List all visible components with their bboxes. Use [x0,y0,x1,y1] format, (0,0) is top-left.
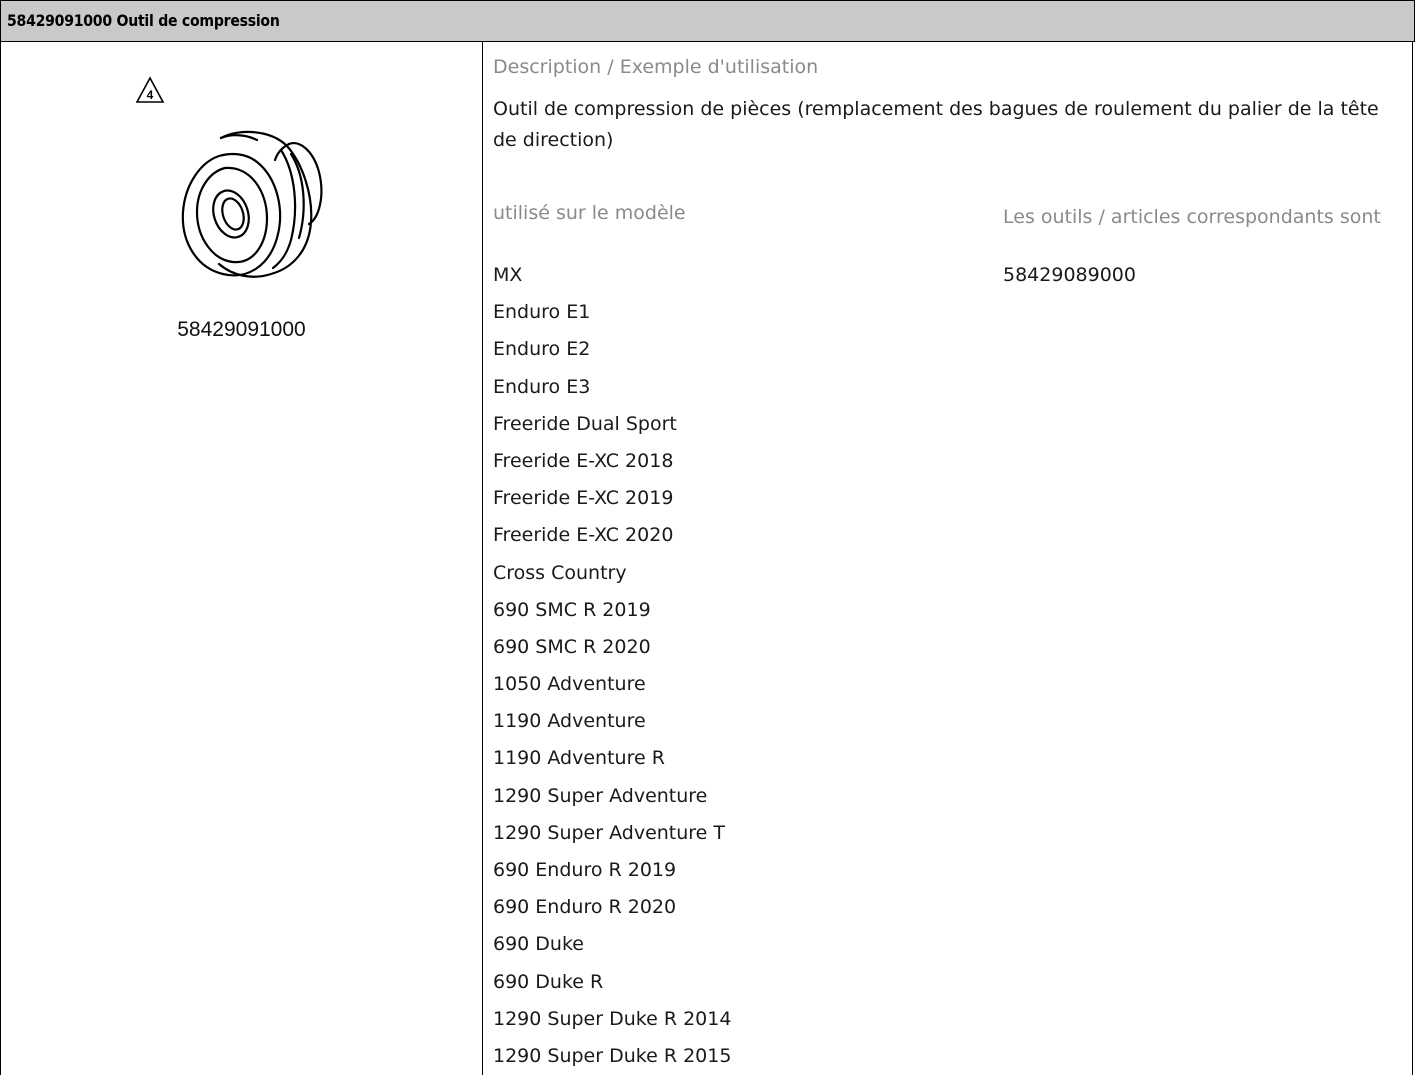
column-divider [482,42,483,1075]
triangle-warning-icon: 4 [135,76,165,103]
description-text: Outil de compression de pièces (remplace… [493,98,1379,151]
model-list: MX Enduro E1 Enduro E2 Enduro E3 Freerid… [493,264,731,1082]
model-item: 1290 Super Duke R 2015 [493,1044,732,1067]
model-item: 690 Enduro R 2019 [493,859,677,881]
model-item: 1050 Adventure [493,673,646,696]
model-item: Cross Country [493,561,627,584]
model-item: MX [493,264,523,286]
used-on-label: utilisé sur le modèle [493,202,686,224]
model-item: Freeride Dual Sport [493,412,677,435]
model-item: 1290 Super Adventure T [493,821,726,844]
model-item: 690 SMC R 2019 [493,598,651,621]
model-item: 690 SMC R 2020 [493,635,651,658]
model-item: 1290 Super Duke R 2014 [493,1007,732,1030]
section-header: 58429091000 Outil de compression [0,0,1415,42]
model-item: 690 Duke R [493,970,604,993]
tool-image-column: 4 58429091000 [1,42,482,1075]
description-label: Description / Exemple d'utilisation [493,56,819,78]
part-number-caption: 58429091000 [177,318,306,341]
model-item: Enduro E2 [493,338,591,361]
model-item: 690 Duke [493,933,584,956]
model-item: 1290 Super Adventure [493,784,708,807]
model-item: 1190 Adventure R [493,747,665,770]
related-tool-number: 58429089000 [1003,264,1136,286]
model-item: 690 Enduro R 2020 [493,896,677,919]
page-title: 58429091000 Outil de compression [7,11,280,30]
model-item: 1190 Adventure [493,710,646,733]
model-item: Freeride E-XC 2020 [493,524,674,547]
warning-number: 4 [147,88,154,102]
model-item: Freeride E-XC 2019 [493,487,674,510]
model-item: Enduro E3 [493,375,591,398]
related-tools-label: Les outils / articles correspondants son… [1003,206,1381,228]
model-item: Freeride E-XC 2018 [493,449,674,472]
compression-tool-icon [181,130,323,278]
model-item: Enduro E1 [493,301,591,324]
